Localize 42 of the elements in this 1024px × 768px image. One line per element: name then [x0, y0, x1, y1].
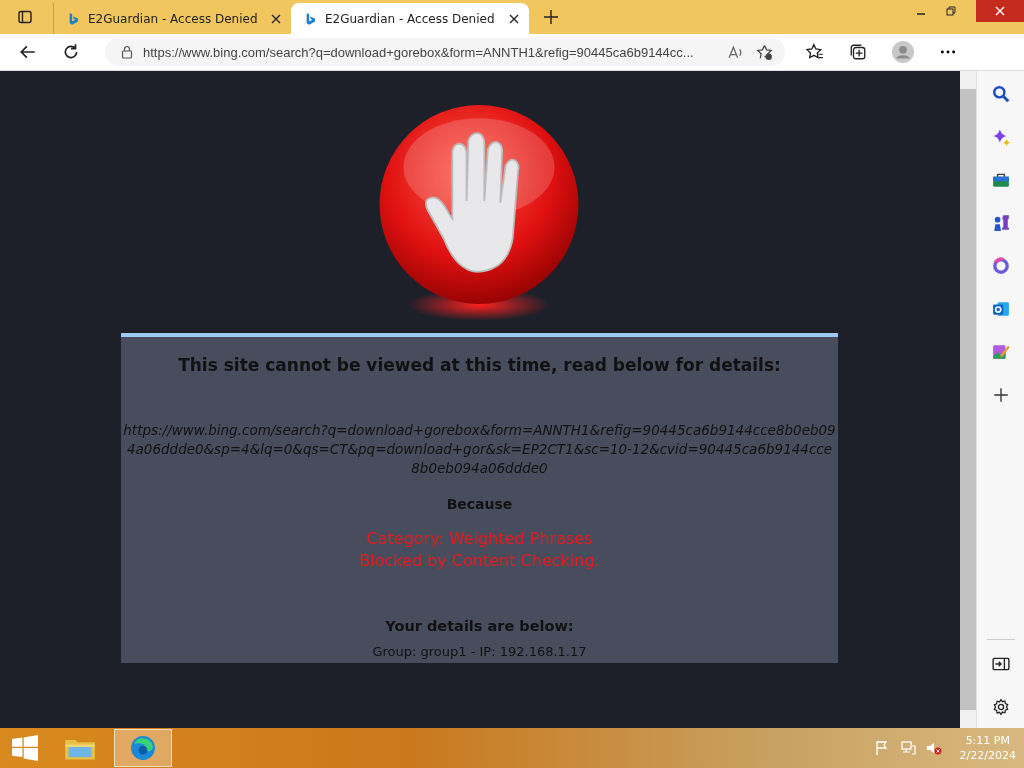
because-label: Because: [446, 496, 513, 512]
edge-logo-icon: [130, 735, 156, 761]
close-icon: [995, 6, 1005, 16]
settings-icon[interactable]: [991, 698, 1010, 716]
search-icon[interactable]: [991, 85, 1010, 103]
close-icon[interactable]: [509, 13, 519, 24]
close-icon[interactable]: [271, 13, 281, 24]
bing-logo-icon: [68, 11, 78, 26]
page-heading: This site cannot be viewed at this time, read below for details:: [178, 355, 781, 375]
blocked-url: https://www.bing.com/search?q=download+gorebox&form=ANNTH1&refig=90445ca6b9144cce8b0eb094a06ddde0&sp=4&lq=0&qs=CT&pq=download+gor&sk=EP2CT1&sc=10-12&cvid=90445ca6b9144cce8b0eb094a06ddde0: [122, 421, 837, 478]
refresh-icon[interactable]: [62, 43, 80, 61]
taskbar-browser-button[interactable]: [114, 729, 172, 767]
restore-icon[interactable]: [946, 6, 956, 16]
tab-actions-icon[interactable]: [17, 9, 33, 25]
clock-date: 2/22/2024: [959, 748, 1016, 763]
block-reason: Blocked by Content Checking.: [359, 550, 600, 572]
ring-logo-icon[interactable]: [991, 257, 1010, 275]
clock-time: 5:11 PM: [965, 733, 1010, 748]
image-editor-icon[interactable]: [991, 343, 1010, 361]
favorites-icon[interactable]: [806, 43, 824, 61]
new-tab-icon[interactable]: [543, 9, 559, 25]
read-aloud-icon[interactable]: [727, 43, 744, 61]
add-icon[interactable]: [991, 386, 1010, 404]
block-reason: Category: Weighted Phrases: [366, 528, 593, 550]
briefcase-icon[interactable]: [991, 171, 1010, 189]
collections-icon[interactable]: [849, 43, 867, 61]
mail-app-icon[interactable]: [991, 300, 1010, 318]
start-icon[interactable]: [12, 735, 38, 761]
back-icon[interactable]: [19, 43, 37, 61]
chess-pieces-icon[interactable]: [991, 214, 1010, 232]
muted-speaker-icon[interactable]: [925, 740, 942, 756]
sparkle-icon[interactable]: [991, 128, 1010, 146]
address-bar[interactable]: https://www.bing.com/search?q=download+gorebox&form=ANNTH1&refig=90445ca6b9144cc...: [105, 38, 785, 66]
hide-sidebar-icon[interactable]: [991, 655, 1010, 673]
browser-tab[interactable]: E2Guardian - Access Denied: [291, 3, 529, 34]
add-favorite-icon[interactable]: [756, 43, 773, 61]
bing-logo-icon: [305, 11, 315, 26]
profile-avatar-icon[interactable]: [892, 41, 914, 63]
details-heading: Your details are below:: [385, 618, 574, 634]
scrollbar[interactable]: [960, 71, 976, 728]
lock-icon: [121, 45, 133, 59]
details-line: Group: group1 - IP: 192.168.1.17: [372, 644, 587, 659]
